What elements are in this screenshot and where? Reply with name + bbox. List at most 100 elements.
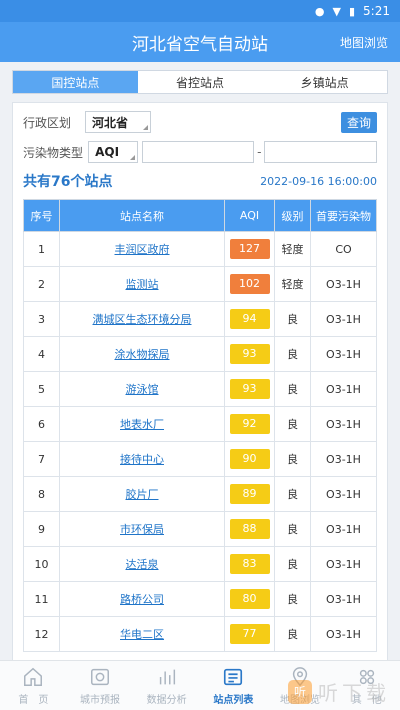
aqi-badge: 83 bbox=[229, 554, 270, 574]
status-bar: ● ▼ ▮ 5:21 bbox=[0, 0, 400, 22]
pollutant-filter-row: 污染物类型 AQI - bbox=[23, 141, 377, 163]
status-time: 5:21 bbox=[363, 4, 390, 18]
cell-pollutant: O3-1H bbox=[310, 266, 377, 302]
range-separator: - bbox=[257, 145, 262, 159]
aqi-badge: 90 bbox=[229, 449, 270, 469]
tab-provincial[interactable]: 省控站点 bbox=[138, 71, 263, 93]
station-name-link[interactable]: 监测站 bbox=[126, 278, 159, 291]
table-header-row: 序号 站点名称 AQI 级别 首要污染物 bbox=[23, 199, 377, 232]
station-name-link[interactable]: 丰润区政府 bbox=[115, 243, 170, 256]
cell-name: 接待中心 bbox=[59, 441, 225, 477]
cell-pollutant: O3-1H bbox=[310, 301, 377, 337]
station-name-link[interactable]: 市环保局 bbox=[120, 523, 164, 536]
table-row[interactable]: 10 达活泉 83 良 O3-1H bbox=[23, 546, 377, 582]
cell-no: 7 bbox=[23, 441, 60, 477]
cell-name: 监测站 bbox=[59, 266, 225, 302]
header-aqi: AQI bbox=[224, 199, 275, 232]
table-row[interactable]: 9 市环保局 88 良 O3-1H bbox=[23, 511, 377, 547]
bar-chart-icon bbox=[159, 669, 175, 684]
cell-aqi: 89 bbox=[224, 476, 275, 512]
station-name-link[interactable]: 游泳馆 bbox=[126, 383, 159, 396]
station-name-link[interactable]: 华电二区 bbox=[120, 628, 164, 641]
cell-pollutant: O3-1H bbox=[310, 546, 377, 582]
battery-icon: ▮ bbox=[348, 4, 356, 18]
range-max-input[interactable] bbox=[264, 141, 377, 163]
cell-pollutant: O3-1H bbox=[310, 616, 377, 652]
wifi-icon: ▼ bbox=[332, 4, 341, 18]
nav-label: 城市预报 bbox=[80, 694, 120, 706]
map-browse-link[interactable]: 地图浏览 bbox=[340, 34, 388, 51]
nav-label: 首 页 bbox=[18, 694, 49, 706]
cell-level: 良 bbox=[274, 406, 311, 442]
pollutant-label: 污染物类型 bbox=[23, 145, 84, 160]
home-icon bbox=[24, 667, 43, 686]
cell-name: 满城区生态环境分局 bbox=[59, 301, 225, 337]
nav-home[interactable]: 首 页 bbox=[0, 661, 67, 710]
cell-level: 良 bbox=[274, 301, 311, 337]
cell-no: 3 bbox=[23, 301, 60, 337]
cell-level: 良 bbox=[274, 336, 311, 372]
cell-pollutant: O3-1H bbox=[310, 406, 377, 442]
cell-level: 良 bbox=[274, 581, 311, 617]
station-name-link[interactable]: 满城区生态环境分局 bbox=[93, 313, 192, 326]
tab-township[interactable]: 乡镇站点 bbox=[262, 71, 387, 93]
region-select[interactable]: 河北省 bbox=[85, 111, 151, 133]
table-row[interactable]: 12 华电二区 77 良 O3-1H bbox=[23, 616, 377, 652]
nav-analysis[interactable]: 数据分析 bbox=[133, 661, 200, 710]
table-row[interactable]: 11 路桥公司 80 良 O3-1H bbox=[23, 581, 377, 617]
cell-no: 10 bbox=[23, 546, 60, 582]
table-body: 1 丰润区政府 127 轻度 CO 2 监测站 102 轻度 O3-1H 3 满城区生态环境分局 94 良… bbox=[23, 231, 377, 652]
table-row[interactable]: 3 满城区生态环境分局 94 良 O3-1H bbox=[23, 301, 377, 337]
range-min-input[interactable] bbox=[141, 141, 255, 163]
cell-pollutant: CO bbox=[310, 231, 377, 267]
page-title: 河北省空气自动站 bbox=[132, 34, 268, 55]
aqi-badge: 80 bbox=[229, 589, 270, 609]
cell-pollutant: O3-1H bbox=[310, 581, 377, 617]
table-row[interactable]: 4 涂水物探局 93 良 O3-1H bbox=[23, 336, 377, 372]
data-datetime: 2022-09-16 16:00:00 bbox=[260, 174, 377, 188]
table-row[interactable]: 2 监测站 102 轻度 O3-1H bbox=[23, 266, 377, 302]
cell-aqi: 93 bbox=[224, 336, 275, 372]
cell-level: 良 bbox=[274, 371, 311, 407]
query-button[interactable]: 查询 bbox=[340, 111, 377, 133]
nav-station-list[interactable]: 站点列表 bbox=[200, 661, 267, 710]
header-pollutant: 首要污染物 bbox=[310, 199, 377, 232]
table-row[interactable]: 5 游泳馆 93 良 O3-1H bbox=[23, 371, 377, 407]
cell-no: 9 bbox=[23, 511, 60, 547]
cell-no: 4 bbox=[23, 336, 60, 372]
cell-no: 8 bbox=[23, 476, 60, 512]
cell-pollutant: O3-1H bbox=[310, 441, 377, 477]
station-name-link[interactable]: 胶片厂 bbox=[126, 488, 159, 501]
pollutant-select[interactable]: AQI bbox=[88, 141, 138, 163]
table-row[interactable]: 1 丰润区政府 127 轻度 CO bbox=[23, 231, 377, 267]
cell-name: 胶片厂 bbox=[59, 476, 225, 512]
cell-pollutant: O3-1H bbox=[310, 371, 377, 407]
cell-aqi: 94 bbox=[224, 301, 275, 337]
station-name-link[interactable]: 地表水厂 bbox=[120, 418, 164, 431]
watermark-logo: 听 bbox=[288, 679, 312, 704]
station-name-link[interactable]: 路桥公司 bbox=[120, 593, 164, 606]
region-filter-row: 行政区划 河北省 查询 bbox=[23, 111, 377, 133]
cell-level: 良 bbox=[274, 441, 311, 477]
cell-no: 2 bbox=[23, 266, 60, 302]
station-name-link[interactable]: 达活泉 bbox=[126, 558, 159, 571]
main-content: 国控站点 省控站点 乡镇站点 行政区划 河北省 查询 污染物类型 AQI - 共… bbox=[0, 62, 400, 660]
list-icon bbox=[224, 668, 243, 685]
cell-level: 轻度 bbox=[274, 266, 311, 302]
tab-national[interactable]: 国控站点 bbox=[13, 71, 138, 93]
station-name-link[interactable]: 接待中心 bbox=[120, 453, 164, 466]
station-name-link[interactable]: 涂水物探局 bbox=[115, 348, 170, 361]
cell-aqi: 102 bbox=[224, 266, 275, 302]
aqi-badge: 89 bbox=[229, 484, 270, 504]
cell-name: 华电二区 bbox=[59, 616, 225, 652]
nav-label: 站点列表 bbox=[213, 694, 254, 706]
nav-forecast[interactable]: 城市预报 bbox=[67, 661, 134, 710]
cell-level: 良 bbox=[274, 511, 311, 547]
cell-level: 轻度 bbox=[274, 231, 311, 267]
cell-name: 市环保局 bbox=[59, 511, 225, 547]
table-row[interactable]: 8 胶片厂 89 良 O3-1H bbox=[23, 476, 377, 512]
table-row[interactable]: 7 接待中心 90 良 O3-1H bbox=[23, 441, 377, 477]
cell-aqi: 90 bbox=[224, 441, 275, 477]
table-row[interactable]: 6 地表水厂 92 良 O3-1H bbox=[23, 406, 377, 442]
nav-label: 数据分析 bbox=[146, 694, 187, 706]
